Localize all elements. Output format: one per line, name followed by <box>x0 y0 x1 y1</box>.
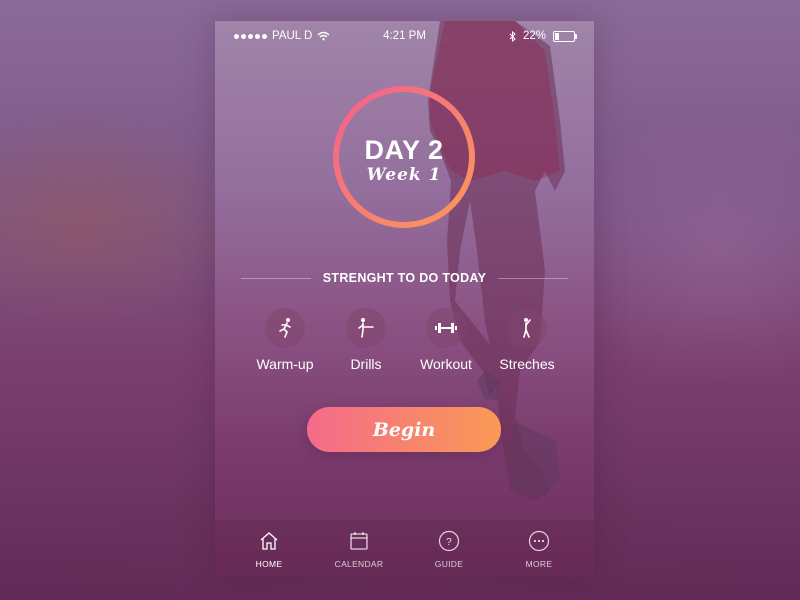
activity-label: Drills <box>350 356 382 372</box>
section-title-text: STRENGHT TO DO TODAY <box>322 271 487 285</box>
activity-drills[interactable]: Drills <box>326 308 406 372</box>
tab-guide[interactable]: ? GUIDE <box>404 529 494 569</box>
activity-workout[interactable]: Workout <box>406 308 486 372</box>
more-icon <box>494 529 584 553</box>
status-bar: PAUL D 4:21 PM 22% <box>215 21 594 53</box>
question-icon: ? <box>404 529 494 553</box>
divider-left <box>241 277 311 279</box>
bottom-tab-bar: HOME CALENDAR ? GUIDE MORE <box>215 519 594 577</box>
tab-label: GUIDE <box>434 559 464 569</box>
divider-right <box>498 277 568 279</box>
activity-label: Workout <box>420 356 472 372</box>
calendar-icon <box>314 529 404 553</box>
tab-label: MORE <box>525 559 553 569</box>
dumbbell-icon <box>426 308 466 348</box>
kick-icon <box>346 308 386 348</box>
tab-label: CALENDAR <box>334 559 384 569</box>
activity-label: Streches <box>499 356 555 372</box>
tab-calendar[interactable]: CALENDAR <box>314 529 404 569</box>
day-progress-ring: DAY 2 Week 1 <box>332 85 476 229</box>
phone-screen: PAUL D 4:21 PM 22% DAY 2 Week 1 STRENGHT… <box>215 21 594 577</box>
activity-streches[interactable]: Streches <box>487 308 567 372</box>
activity-warm-up[interactable]: Warm-up <box>245 308 325 372</box>
section-title: STRENGHT TO DO TODAY <box>241 269 568 287</box>
svg-text:?: ? <box>446 537 452 548</box>
day-label: DAY 2 <box>364 135 444 165</box>
tab-more[interactable]: MORE <box>494 529 584 569</box>
activity-label: Warm-up <box>256 356 314 372</box>
home-icon <box>224 529 314 553</box>
begin-button[interactable]: Begin <box>307 407 501 452</box>
week-label: Week 1 <box>366 165 442 185</box>
stretch-icon <box>507 308 547 348</box>
bluetooth-icon <box>509 30 516 42</box>
tab-home[interactable]: HOME <box>224 529 314 569</box>
tab-label: HOME <box>255 559 283 569</box>
battery-icon <box>553 30 577 42</box>
battery-percent: 22% <box>522 30 546 42</box>
running-icon <box>265 308 305 348</box>
